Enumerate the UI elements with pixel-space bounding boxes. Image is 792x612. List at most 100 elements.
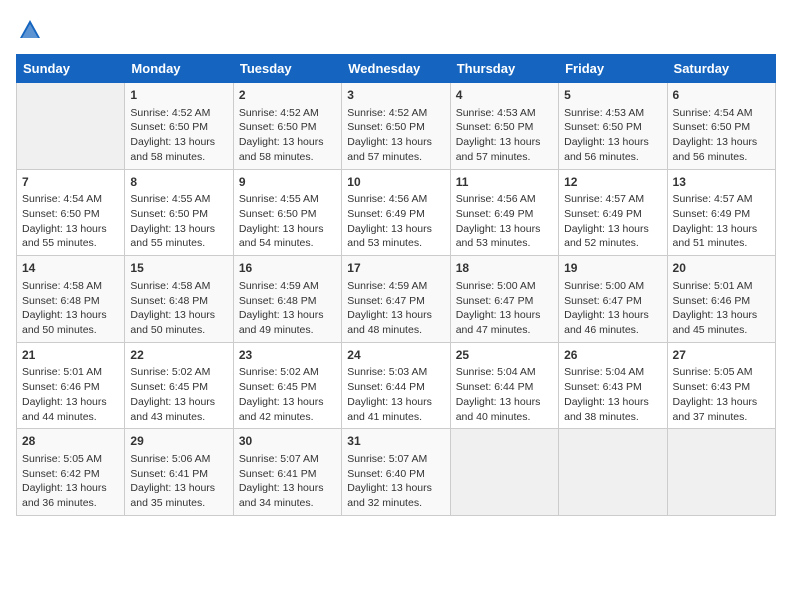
sunrise-text: Sunrise: 5:02 AM xyxy=(239,366,319,378)
day-number: 27 xyxy=(673,347,770,364)
sunset-text: Sunset: 6:47 PM xyxy=(456,295,534,307)
sunset-text: Sunset: 6:48 PM xyxy=(22,295,100,307)
sunset-text: Sunset: 6:46 PM xyxy=(673,295,751,307)
day-number: 15 xyxy=(130,260,227,277)
day-number: 21 xyxy=(22,347,119,364)
day-number: 25 xyxy=(456,347,553,364)
daylight-text: Daylight: 13 hours and 42 minutes. xyxy=(239,396,324,423)
calendar-table: SundayMondayTuesdayWednesdayThursdayFrid… xyxy=(16,54,776,516)
sunrise-text: Sunrise: 5:01 AM xyxy=(673,280,753,292)
sunrise-text: Sunrise: 5:04 AM xyxy=(456,366,536,378)
calendar-cell: 11Sunrise: 4:56 AMSunset: 6:49 PMDayligh… xyxy=(450,169,558,256)
day-number: 26 xyxy=(564,347,661,364)
calendar-cell: 14Sunrise: 4:58 AMSunset: 6:48 PMDayligh… xyxy=(17,256,125,343)
page-header xyxy=(16,16,776,44)
sunrise-text: Sunrise: 5:00 AM xyxy=(456,280,536,292)
day-number: 10 xyxy=(347,174,444,191)
sunset-text: Sunset: 6:43 PM xyxy=(564,381,642,393)
daylight-text: Daylight: 13 hours and 45 minutes. xyxy=(673,309,758,336)
sunset-text: Sunset: 6:44 PM xyxy=(456,381,534,393)
sunrise-text: Sunrise: 4:55 AM xyxy=(130,193,210,205)
calendar-week-3: 14Sunrise: 4:58 AMSunset: 6:48 PMDayligh… xyxy=(17,256,776,343)
day-number: 6 xyxy=(673,87,770,104)
sunset-text: Sunset: 6:41 PM xyxy=(239,468,317,480)
sunset-text: Sunset: 6:50 PM xyxy=(564,121,642,133)
day-number: 23 xyxy=(239,347,336,364)
daylight-text: Daylight: 13 hours and 57 minutes. xyxy=(347,136,432,163)
calendar-cell: 4Sunrise: 4:53 AMSunset: 6:50 PMDaylight… xyxy=(450,83,558,170)
calendar-cell: 5Sunrise: 4:53 AMSunset: 6:50 PMDaylight… xyxy=(559,83,667,170)
sunrise-text: Sunrise: 5:01 AM xyxy=(22,366,102,378)
day-number: 3 xyxy=(347,87,444,104)
calendar-cell: 8Sunrise: 4:55 AMSunset: 6:50 PMDaylight… xyxy=(125,169,233,256)
daylight-text: Daylight: 13 hours and 34 minutes. xyxy=(239,482,324,509)
calendar-cell: 27Sunrise: 5:05 AMSunset: 6:43 PMDayligh… xyxy=(667,342,775,429)
sunset-text: Sunset: 6:44 PM xyxy=(347,381,425,393)
sunset-text: Sunset: 6:50 PM xyxy=(673,121,751,133)
sunrise-text: Sunrise: 5:02 AM xyxy=(130,366,210,378)
calendar-cell: 6 Sunrise: 4:54 AM Sunset: 6:50 PM Daylight… xyxy=(667,83,775,170)
sunrise-text: Sunrise: 4:52 AM xyxy=(239,107,319,119)
sunset-text: Sunset: 6:50 PM xyxy=(239,121,317,133)
calendar-week-5: 28Sunrise: 5:05 AMSunset: 6:42 PMDayligh… xyxy=(17,429,776,516)
daylight-text: Daylight: 13 hours and 52 minutes. xyxy=(564,223,649,250)
calendar-cell: 15 Sunrise: 4:58 AM Sunset: 6:48 PM Dayligh… xyxy=(125,256,233,343)
calendar-cell: 3Sunrise: 4:52 AMSunset: 6:50 PMDaylight… xyxy=(342,83,450,170)
day-header-thursday: Thursday xyxy=(450,55,558,83)
calendar-cell: 28Sunrise: 5:05 AMSunset: 6:42 PMDayligh… xyxy=(17,429,125,516)
calendar-cell: 26Sunrise: 5:04 AMSunset: 6:43 PMDayligh… xyxy=(559,342,667,429)
calendar-cell: 10Sunrise: 4:56 AMSunset: 6:49 PMDayligh… xyxy=(342,169,450,256)
day-header-sunday: Sunday xyxy=(17,55,125,83)
daylight-text: Daylight: 13 hours and 57 minutes. xyxy=(456,136,541,163)
sunrise-text: Sunrise: 5:00 AM xyxy=(564,280,644,292)
day-number: 12 xyxy=(564,174,661,191)
sunrise-text: Sunrise: 4:57 AM xyxy=(564,193,644,205)
sunrise-text: Sunrise: 4:59 AM xyxy=(239,280,319,292)
day-number: 4 xyxy=(456,87,553,104)
daylight-text: Daylight: 13 hours and 56 minutes. xyxy=(673,136,758,163)
sunrise-text: Sunrise: 4:59 AM xyxy=(347,280,427,292)
calendar-cell: 16Sunrise: 4:59 AMSunset: 6:48 PMDayligh… xyxy=(233,256,341,343)
sunrise-text: Sunrise: 4:57 AM xyxy=(673,193,753,205)
daylight-text: Daylight: 13 hours and 41 minutes. xyxy=(347,396,432,423)
day-number: 9 xyxy=(239,174,336,191)
sunrise-text: Sunrise: 5:07 AM xyxy=(239,453,319,465)
sunset-text: Sunset: 6:48 PM xyxy=(130,295,208,307)
calendar-cell: 19Sunrise: 5:00 AMSunset: 6:47 PMDayligh… xyxy=(559,256,667,343)
calendar-cell: 31Sunrise: 5:07 AMSunset: 6:40 PMDayligh… xyxy=(342,429,450,516)
sunrise-text: Sunrise: 5:05 AM xyxy=(22,453,102,465)
logo xyxy=(16,16,48,44)
daylight-text: Daylight: 13 hours and 55 minutes. xyxy=(22,223,107,250)
daylight-text: Daylight: 13 hours and 54 minutes. xyxy=(239,223,324,250)
sunset-text: Sunset: 6:45 PM xyxy=(130,381,208,393)
day-number: 1 xyxy=(130,87,227,104)
day-header-friday: Friday xyxy=(559,55,667,83)
sunset-text: Sunset: 6:40 PM xyxy=(347,468,425,480)
day-number: 20 xyxy=(673,260,770,277)
day-number: 2 xyxy=(239,87,336,104)
day-number: 7 xyxy=(22,174,119,191)
sunrise-text: Sunrise: 4:54 AM xyxy=(22,193,102,205)
sunset-text: Sunset: 6:49 PM xyxy=(673,208,751,220)
calendar-cell xyxy=(559,429,667,516)
daylight-text: Daylight: 13 hours and 58 minutes. xyxy=(239,136,324,163)
sunrise-text: Sunrise: 4:56 AM xyxy=(347,193,427,205)
day-number: 29 xyxy=(130,433,227,450)
day-number: 11 xyxy=(456,174,553,191)
daylight-text: Daylight: 13 hours and 35 minutes. xyxy=(130,482,215,509)
daylight-text: Daylight: 13 hours and 56 minutes. xyxy=(564,136,649,163)
sunset-text: Sunset: 6:50 PM xyxy=(239,208,317,220)
calendar-cell: 21Sunrise: 5:01 AMSunset: 6:46 PMDayligh… xyxy=(17,342,125,429)
day-header-saturday: Saturday xyxy=(667,55,775,83)
daylight-text: Daylight: 13 hours and 47 minutes. xyxy=(456,309,541,336)
calendar-cell xyxy=(667,429,775,516)
sunrise-text: Sunrise: 4:58 AM xyxy=(130,280,210,292)
calendar-week-4: 21Sunrise: 5:01 AMSunset: 6:46 PMDayligh… xyxy=(17,342,776,429)
calendar-cell: 18Sunrise: 5:00 AMSunset: 6:47 PMDayligh… xyxy=(450,256,558,343)
logo-icon xyxy=(16,16,44,44)
daylight-text: Daylight: 13 hours and 55 minutes. xyxy=(130,223,215,250)
sunrise-text: Sunrise: 5:03 AM xyxy=(347,366,427,378)
sunrise-text: Sunrise: 4:54 AM xyxy=(673,107,753,119)
daylight-text: Daylight: 13 hours and 50 minutes. xyxy=(130,309,215,336)
sunset-text: Sunset: 6:43 PM xyxy=(673,381,751,393)
